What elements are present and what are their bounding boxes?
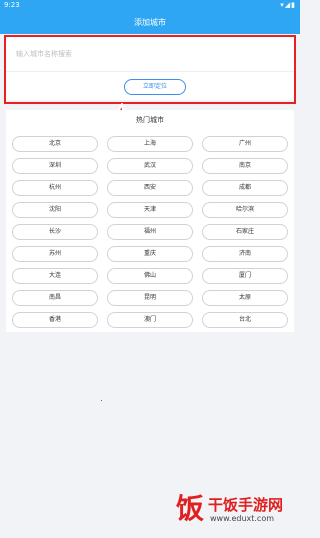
city-button[interactable]: 长沙 bbox=[12, 224, 98, 240]
city-button[interactable]: 厦门 bbox=[202, 268, 288, 284]
city-button[interactable]: 南昌 bbox=[12, 290, 98, 306]
status-time: 9:23 bbox=[4, 1, 20, 9]
city-button[interactable]: 西安 bbox=[107, 180, 193, 196]
city-button[interactable]: 佛山 bbox=[107, 268, 193, 284]
locate-button[interactable]: 立即定位 bbox=[124, 79, 186, 95]
city-button[interactable]: 成都 bbox=[202, 180, 288, 196]
hot-cities-title: 热门城市 bbox=[136, 116, 164, 124]
watermark: 饭 干饭手游网 www.eduxt.com bbox=[176, 490, 296, 530]
city-button[interactable]: 台北 bbox=[202, 312, 288, 328]
hot-cities-card: 热门城市 北京 上海 广州深圳 武汉 南京杭州 西安 成都沈阳 天津 哈尔滨长沙 福州 石家庄苏州重… bbox=[6, 110, 294, 332]
watermark-logo: 饭 bbox=[176, 492, 205, 525]
city-button[interactable]: 济南 bbox=[202, 246, 288, 262]
city-button[interactable]: 昆明 bbox=[107, 290, 193, 306]
city-button[interactable]: 哈尔滨 bbox=[202, 202, 288, 218]
status-bar: 9:23 ▾◢▮ bbox=[0, 0, 300, 12]
status-icons: ▾◢▮ bbox=[280, 1, 296, 9]
city-button[interactable]: 澳门 bbox=[107, 312, 193, 328]
city-button[interactable]: 太原 bbox=[202, 290, 288, 306]
search-input[interactable] bbox=[12, 44, 288, 64]
city-button[interactable]: 杭州 bbox=[12, 180, 98, 196]
city-button[interactable]: 天津 bbox=[107, 202, 193, 218]
city-grid: 北京 上海 广州深圳 武汉 南京杭州 西安 成都沈阳 天津 哈尔滨长沙 福州 石家庄苏州 重庆 济南大连… bbox=[12, 136, 288, 328]
city-button[interactable]: 深圳 bbox=[12, 158, 98, 174]
stray-dot bbox=[101, 400, 102, 401]
city-button[interactable]: 广州 bbox=[202, 136, 288, 152]
city-button[interactable]: 福州 bbox=[107, 224, 193, 240]
city-button[interactable]: 重庆 bbox=[107, 246, 193, 262]
city-button[interactable]: 香港 bbox=[12, 312, 98, 328]
watermark-url: www.eduxt.com bbox=[210, 514, 275, 523]
city-button[interactable]: 北京 bbox=[12, 136, 98, 152]
city-button[interactable]: 上海 bbox=[107, 136, 193, 152]
search-card: 立即定位 bbox=[6, 37, 294, 100]
city-button[interactable]: 石家庄 bbox=[202, 224, 288, 240]
app-bar: 添加城市 bbox=[0, 12, 300, 34]
divider bbox=[6, 71, 294, 72]
city-button[interactable]: 苏州 bbox=[12, 246, 98, 262]
city-button[interactable]: 南京 bbox=[202, 158, 288, 174]
watermark-name: 干饭手游网 bbox=[208, 496, 284, 514]
city-button[interactable]: 沈阳 bbox=[12, 202, 98, 218]
city-button[interactable]: 大连 bbox=[12, 268, 98, 284]
page-title: 添加城市 bbox=[134, 18, 166, 27]
city-button[interactable]: 武汉 bbox=[107, 158, 193, 174]
